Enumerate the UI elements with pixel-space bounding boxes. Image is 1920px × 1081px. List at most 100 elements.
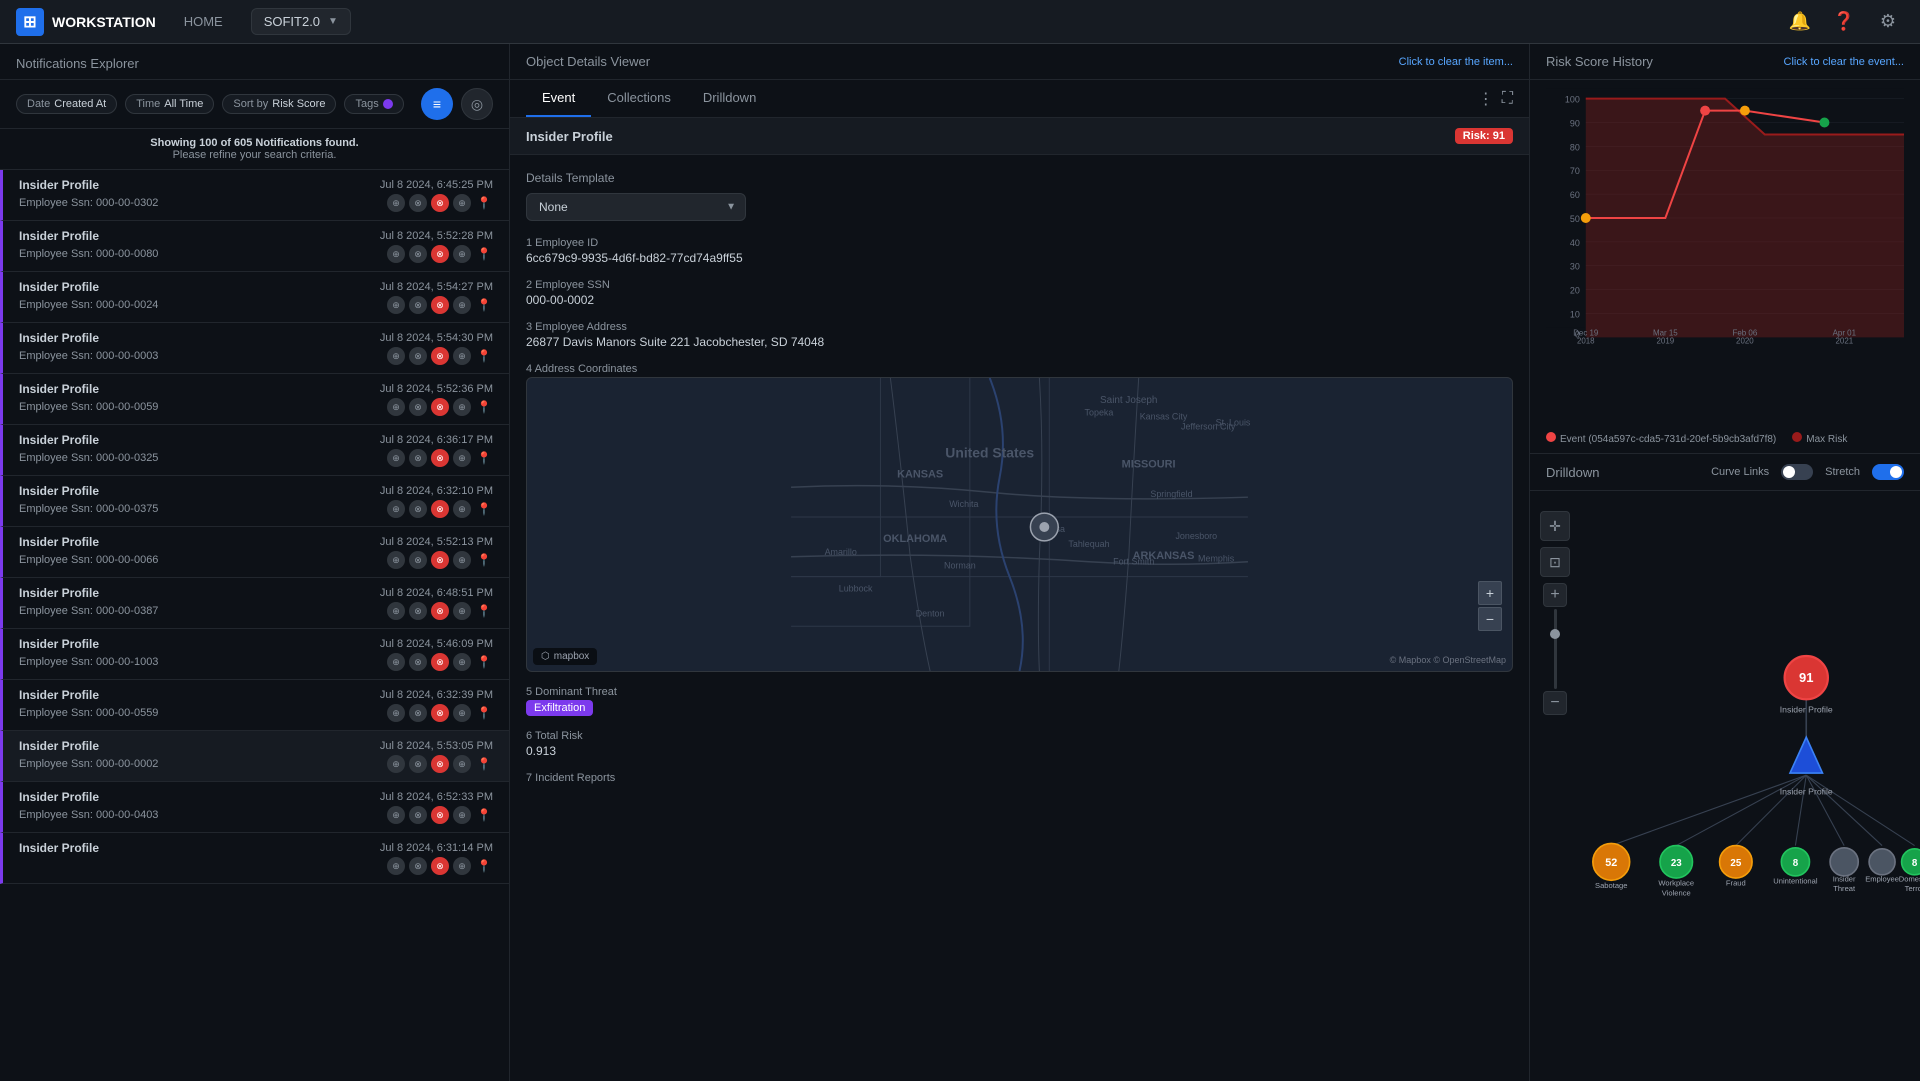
- list-item[interactable]: Insider Profile Jul 8 2024, 5:52:36 PM E…: [0, 374, 509, 425]
- notif-icon-2: ⊗: [409, 449, 427, 467]
- notification-subtitle: Employee Ssn: 000-00-0024: [19, 299, 158, 311]
- date-value: Created At: [54, 98, 106, 110]
- time-label: Time: [136, 98, 160, 110]
- sofit-tab[interactable]: SOFIT2.0 ▼: [251, 8, 351, 35]
- tab-collections[interactable]: Collections: [591, 80, 687, 117]
- zoom-minus-btn[interactable]: −: [1543, 691, 1567, 715]
- zoom-slider[interactable]: + −: [1540, 583, 1570, 715]
- list-item[interactable]: Insider Profile Jul 8 2024, 5:52:28 PM E…: [0, 221, 509, 272]
- svg-text:70: 70: [1570, 166, 1580, 176]
- filter-target-icon[interactable]: ◎: [461, 88, 493, 120]
- notif-icon-2: ⊗: [409, 755, 427, 773]
- notification-date: Jul 8 2024, 6:52:33 PM: [380, 791, 493, 803]
- drilldown-graph: ✛ ⊡ + −: [1530, 491, 1920, 1081]
- list-item[interactable]: Insider Profile Jul 8 2024, 6:32:39 PM E…: [0, 680, 509, 731]
- svg-text:Topeka: Topeka: [1085, 408, 1114, 418]
- list-item[interactable]: Insider Profile Jul 8 2024, 6:45:25 PM E…: [0, 170, 509, 221]
- list-item[interactable]: Insider Profile Jul 8 2024, 6:36:17 PM E…: [0, 425, 509, 476]
- date-filter-chip[interactable]: Date Created At: [16, 94, 117, 114]
- svg-text:Springfield: Springfield: [1150, 489, 1192, 499]
- list-item[interactable]: Insider Profile Jul 8 2024, 6:32:10 PM E…: [0, 476, 509, 527]
- zoom-plus-btn[interactable]: +: [1543, 583, 1567, 607]
- zoom-in-button[interactable]: +: [1478, 581, 1502, 605]
- field-label-5: 5 Dominant Threat: [526, 686, 1513, 698]
- notifications-icon[interactable]: 🔔: [1784, 6, 1816, 38]
- app-name: WORKSTATION: [52, 14, 156, 30]
- risk-score-history-panel: Risk Score History Click to clear the ev…: [1530, 44, 1920, 454]
- location-icon: 📍: [475, 857, 493, 875]
- expand-icon[interactable]: ⛶: [1502, 90, 1513, 108]
- notif-icon-1: ⊕: [387, 296, 405, 314]
- legend-max-risk: Max Risk: [1806, 434, 1847, 445]
- zoom-out-button[interactable]: −: [1478, 607, 1502, 631]
- svg-text:Sabotage: Sabotage: [1595, 881, 1627, 890]
- list-item[interactable]: Insider Profile Jul 8 2024, 5:53:05 PM E…: [0, 731, 509, 782]
- svg-text:OKLAHOMA: OKLAHOMA: [883, 533, 947, 545]
- svg-text:2018: 2018: [1577, 336, 1595, 345]
- list-item[interactable]: Insider Profile Jul 8 2024, 5:54:30 PM E…: [0, 323, 509, 374]
- middle-tab-bar: Event Collections Drilldown ⋮ ⛶: [510, 80, 1529, 118]
- list-item[interactable]: Insider Profile Jul 8 2024, 5:52:13 PM E…: [0, 527, 509, 578]
- svg-text:100: 100: [1565, 95, 1580, 105]
- top-right-actions: 🔔 ❓ ⚙: [1784, 6, 1904, 38]
- notification-subtitle: Employee Ssn: 000-00-0387: [19, 605, 158, 617]
- notif-icon-4: ⊕: [453, 857, 471, 875]
- stretch-toggle[interactable]: [1872, 464, 1904, 480]
- clear-item-link[interactable]: Click to clear the item...: [1399, 56, 1513, 68]
- fit-control[interactable]: ⊡: [1540, 547, 1570, 577]
- home-link[interactable]: HOME: [172, 8, 235, 35]
- sort-label: Sort by: [233, 98, 268, 110]
- notification-date: Jul 8 2024, 5:52:36 PM: [380, 383, 493, 395]
- notification-date: Jul 8 2024, 5:52:13 PM: [380, 536, 493, 548]
- tab-event[interactable]: Event: [526, 80, 591, 117]
- results-info: Showing 100 of 605 Notifications found. …: [0, 129, 509, 170]
- tab-drilldown[interactable]: Drilldown: [687, 80, 772, 117]
- svg-text:Workplace: Workplace: [1658, 879, 1694, 888]
- notif-icon-2: ⊗: [409, 806, 427, 824]
- svg-text:30: 30: [1570, 262, 1580, 272]
- field-address-coords: 4 Address Coordinates: [526, 363, 1513, 672]
- notification-date: Jul 8 2024, 6:32:39 PM: [380, 689, 493, 701]
- svg-text:Saint Joseph: Saint Joseph: [1100, 395, 1157, 406]
- graph-controls: ✛ ⊡ + −: [1540, 511, 1570, 715]
- notification-subtitle: Employee Ssn: 000-00-0403: [19, 809, 158, 821]
- notif-icon-2: ⊗: [409, 500, 427, 518]
- help-icon[interactable]: ❓: [1828, 6, 1860, 38]
- list-item[interactable]: Insider Profile Jul 8 2024, 6:31:14 PM ⊕…: [0, 833, 509, 884]
- notification-title: Insider Profile: [19, 790, 99, 804]
- map-branding: ⬡ mapbox: [533, 648, 597, 665]
- notification-icons: ⊕ ⊗ ⊗ ⊕ 📍: [387, 704, 493, 722]
- location-icon: 📍: [475, 194, 493, 212]
- more-options-icon[interactable]: ⋮: [1478, 89, 1494, 109]
- notification-title: Insider Profile: [19, 841, 99, 855]
- notification-title: Insider Profile: [19, 433, 99, 447]
- curve-links-toggle[interactable]: [1781, 464, 1813, 480]
- sort-filter-chip[interactable]: Sort by Risk Score: [222, 94, 336, 114]
- svg-text:ARKANSAS: ARKANSAS: [1133, 550, 1195, 562]
- svg-text:2021: 2021: [1835, 336, 1853, 345]
- details-template-select[interactable]: None: [526, 193, 746, 221]
- svg-text:Domestic: Domestic: [1899, 874, 1920, 883]
- notif-icon-3: ⊗: [431, 347, 449, 365]
- notif-icon-3: ⊗: [431, 194, 449, 212]
- filter-active-icon[interactable]: ≡: [421, 88, 453, 120]
- notification-title: Insider Profile: [19, 178, 99, 192]
- notif-icon-2: ⊗: [409, 398, 427, 416]
- risk-badge: Risk: 91: [1455, 128, 1513, 144]
- location-icon: 📍: [475, 347, 493, 365]
- list-item[interactable]: Insider Profile Jul 8 2024, 6:48:51 PM E…: [0, 578, 509, 629]
- notification-icons: ⊕ ⊗ ⊗ ⊕ 📍: [387, 398, 493, 416]
- settings-icon[interactable]: ⚙: [1872, 6, 1904, 38]
- list-item[interactable]: Insider Profile Jul 8 2024, 5:54:27 PM E…: [0, 272, 509, 323]
- notif-icon-1: ⊕: [387, 806, 405, 824]
- notif-icon-3: ⊗: [431, 398, 449, 416]
- notification-icons: ⊕ ⊗ ⊗ ⊕ 📍: [387, 194, 493, 212]
- list-item[interactable]: Insider Profile Jul 8 2024, 6:52:33 PM E…: [0, 782, 509, 833]
- map-container: United States Saint Joseph Topeka Kansas…: [526, 377, 1513, 672]
- time-filter-chip[interactable]: Time All Time: [125, 94, 214, 114]
- tags-filter-chip[interactable]: Tags: [344, 94, 403, 114]
- pan-control[interactable]: ✛: [1540, 511, 1570, 541]
- stretch-label: Stretch: [1825, 466, 1860, 478]
- list-item[interactable]: Insider Profile Jul 8 2024, 5:46:09 PM E…: [0, 629, 509, 680]
- clear-event-link[interactable]: Click to clear the event...: [1784, 56, 1904, 68]
